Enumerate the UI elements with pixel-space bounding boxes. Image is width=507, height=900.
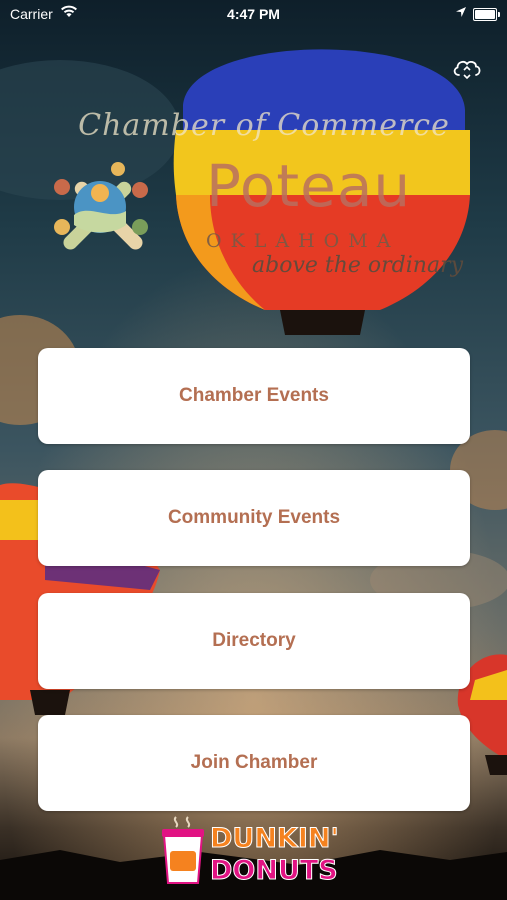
directory-label: Directory	[212, 630, 296, 651]
logo-tagline: above the ordinary	[252, 253, 464, 278]
coffee-cup-icon	[162, 816, 204, 884]
sponsor-brand-top: DUNKIN'	[210, 823, 339, 854]
cloud-sync-button[interactable]	[451, 55, 483, 83]
directory-button[interactable]: Directory	[38, 593, 470, 689]
cloud-sync-icon	[453, 61, 481, 80]
community-events-label: Community Events	[167, 507, 341, 528]
status-time: 4:47 PM	[227, 6, 280, 22]
chamber-logo-mark	[54, 162, 148, 250]
location-arrow-icon	[455, 5, 467, 21]
chamber-events-button[interactable]: Chamber Events	[38, 348, 470, 444]
dunkin-donuts-logo[interactable]: DUNKIN' DONUTS	[158, 815, 348, 887]
status-bar: Carrier 4:47 PM	[0, 0, 507, 30]
logo-city: Poteau	[206, 152, 412, 220]
battery-icon	[473, 8, 500, 21]
join-chamber-button[interactable]: Join Chamber	[38, 715, 470, 811]
join-chamber-label: Join Chamber	[190, 752, 318, 773]
community-events-button[interactable]: Community Events	[38, 470, 470, 566]
logo-state: OKLAHOMA	[206, 230, 400, 252]
logo-script-text: Chamber of Commerce	[78, 108, 450, 143]
sponsor-brand-bottom: DONUTS	[210, 855, 338, 886]
chamber-events-label: Chamber Events	[179, 385, 329, 406]
